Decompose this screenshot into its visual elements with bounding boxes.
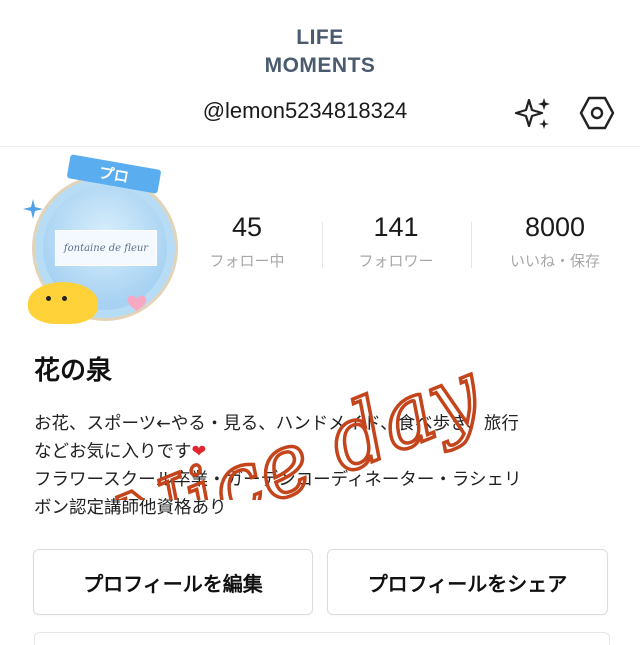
- stat-likes-value: 8000: [524, 212, 586, 242]
- pink-heart-icon: [127, 295, 147, 311]
- stat-following[interactable]: 45 フォロー中: [187, 210, 307, 271]
- stat-following-value: 45: [231, 212, 263, 242]
- settings-hexagon-icon[interactable]: [578, 94, 616, 132]
- brand-line-2: MOMENTS: [264, 54, 376, 77]
- app-brand: LIFE MOMENTS: [0, 24, 640, 80]
- brand-line-1: LIFE: [296, 26, 344, 49]
- pro-badge: プロ: [60, 154, 168, 194]
- sparkles-icon[interactable]: [515, 96, 553, 132]
- header-divider: [0, 146, 640, 147]
- bio-line-text: などお気に入りです: [34, 442, 192, 462]
- bio-line: お花、スポーツ←やる・見る、ハンドメイド、食べ歩き、旅行: [34, 414, 519, 434]
- bio-line: ボン認定講師他資格あり: [34, 498, 227, 518]
- stat-followers[interactable]: 141 フォロワー: [336, 210, 456, 271]
- next-section-card: [34, 632, 610, 645]
- stat-following-label: フォロー中: [209, 252, 285, 270]
- edit-profile-button[interactable]: プロフィールを編集: [33, 549, 313, 615]
- profile-name: 花の泉: [34, 356, 113, 386]
- stat-likes[interactable]: 8000 いいね・保存: [495, 210, 615, 271]
- profile-bio: お花、スポーツ←やる・見る、ハンドメイド、食べ歩き、旅行 などお気に入りです❤ …: [34, 410, 614, 522]
- sparkle-icon: [23, 199, 43, 219]
- stat-likes-label: いいね・保存: [509, 252, 600, 270]
- avatar-plaque: fontaine de fleur: [55, 230, 157, 266]
- stat-followers-label: フォロワー: [358, 252, 434, 270]
- heart-emoji: ❤: [191, 442, 207, 462]
- bio-line: フラワースクール卒業・ガーデンコーディネーター・ラシェリ: [34, 470, 522, 490]
- stat-separator: [322, 222, 323, 268]
- yellow-character-icon: [28, 282, 98, 324]
- avatar[interactable]: fontaine de fleur プロ: [22, 150, 182, 330]
- share-profile-button[interactable]: プロフィールをシェア: [327, 549, 608, 615]
- pro-badge-label: プロ: [66, 154, 162, 194]
- stat-followers-value: 141: [373, 212, 419, 242]
- stat-separator: [471, 222, 472, 268]
- bio-line: などお気に入りです❤: [34, 438, 614, 466]
